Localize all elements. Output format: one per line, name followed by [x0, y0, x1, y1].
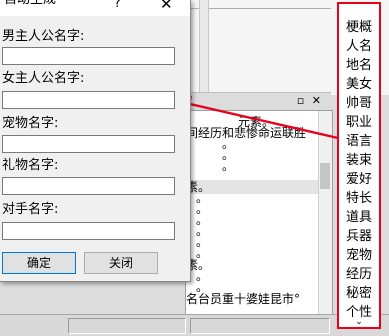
tag-item[interactable]: 梗概 [339, 18, 379, 37]
gift-name-input[interactable] [2, 177, 175, 195]
rival-name-input[interactable] [2, 222, 175, 240]
tag-item[interactable]: 地名 [339, 56, 379, 75]
dialog-title-bar[interactable]: 自动生成 ? ✕ [0, 0, 190, 16]
tag-item[interactable]: 特长 [339, 189, 379, 208]
tag-item[interactable]: 语言 [339, 132, 379, 151]
gift-name-label: 礼物名字: [2, 158, 59, 173]
male-lead-name-label: 男主人公名字: [2, 29, 85, 44]
tag-item[interactable]: 美女 [339, 75, 379, 94]
ok-button[interactable]: 确定 [2, 252, 76, 274]
tag-item[interactable]: 秘密 [339, 284, 379, 303]
male-lead-name-input[interactable] [2, 47, 175, 65]
auto-generate-dialog: 自动生成 ? ✕ 男主人公名字: 女主人公名字: 宠物名字: 礼物名字: 对手名… [0, 0, 191, 282]
female-lead-name-label: 女主人公名字: [2, 71, 85, 86]
rival-name-label: 对手名字: [2, 202, 59, 217]
pet-name-input[interactable] [2, 135, 175, 153]
close-button[interactable]: 关闭 [84, 252, 158, 274]
tag-item[interactable]: 职业 [339, 113, 379, 132]
tag-item[interactable]: 装束 [339, 151, 379, 170]
dialog-title: 自动生成 [4, 0, 56, 8]
close-icon[interactable]: ✕ [160, 0, 173, 12]
tag-item[interactable]: 人名 [339, 37, 379, 56]
tag-item[interactable]: 帅哥 [339, 94, 379, 113]
pet-name-label: 宠物名字: [2, 116, 59, 131]
tag-item[interactable]: 宠物 [339, 246, 379, 265]
tag-item[interactable]: 道具 [339, 208, 379, 227]
tag-list: 梗概 人名 地名 美女 帅哥 职业 语言 装束 爱好 特长 道具 兵器 宠物 经历 秘密 个性 [339, 18, 379, 322]
scroll-down-icon[interactable]: ⌄ [339, 317, 379, 327]
tag-item[interactable]: 爱好 [339, 170, 379, 189]
female-lead-name-input[interactable] [2, 91, 175, 109]
tag-item[interactable]: 经历 [339, 265, 379, 284]
tag-item[interactable]: 兵器 [339, 227, 379, 246]
tag-panel: 梗概 人名 地名 美女 帅哥 职业 语言 装束 爱好 特长 道具 兵器 宠物 经历 秘密 个性 ⌄ [337, 2, 381, 329]
help-icon[interactable]: ? [114, 0, 121, 11]
